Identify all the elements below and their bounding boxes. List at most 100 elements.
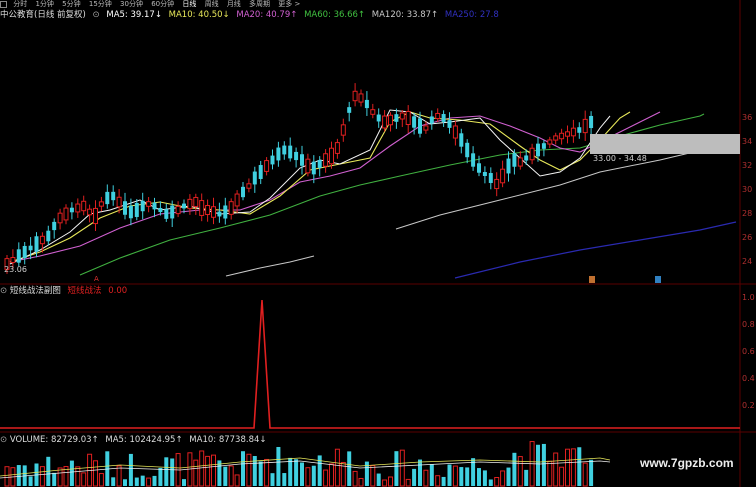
volume-bar (347, 451, 352, 486)
indicator-settings-icon[interactable]: ⊙ (0, 286, 7, 296)
candle-body (529, 147, 535, 161)
volume-bar (482, 470, 487, 486)
candle-body (347, 107, 352, 113)
candle-body (116, 196, 122, 208)
volume-bar (441, 476, 446, 486)
kline-chart[interactable]: 36 34 32 30 28 26 24 1.0 0.8 0.6 0.4 0.2… (0, 0, 756, 487)
volume-bar (182, 479, 186, 486)
candle-body (111, 191, 116, 201)
volume-bar (429, 464, 434, 486)
candle-body (577, 127, 582, 133)
price-tick: 26 (742, 233, 752, 242)
volume-bar (541, 443, 546, 486)
volume-bar (553, 452, 559, 487)
indicator-value: 0.00 (108, 286, 128, 296)
volume-bar (423, 469, 429, 487)
price-tick: 34 (742, 137, 752, 146)
candle-body (506, 158, 511, 174)
candle-body (246, 183, 252, 189)
indicator-tick: 0.6 (742, 347, 755, 356)
volume-bar (199, 450, 205, 487)
candle-body (405, 110, 411, 126)
candle-body (441, 114, 446, 122)
candle-body (241, 186, 245, 198)
resistance-zone[interactable] (590, 134, 740, 154)
volume-bar (146, 477, 152, 487)
volume-bar (282, 473, 287, 486)
volume-bar (405, 478, 411, 487)
volume-bar (477, 468, 481, 486)
resistance-range-label: 33.00 - 34.48 (593, 154, 647, 163)
candle-body (69, 207, 74, 213)
candle-body (412, 116, 417, 128)
candle-body (199, 200, 205, 216)
candle-body (105, 191, 110, 205)
candle-body (170, 205, 175, 219)
candle-body (565, 131, 570, 137)
volume-bar (311, 465, 316, 486)
volume-bar (228, 465, 234, 487)
candle-body (589, 115, 594, 129)
volume-bar (500, 470, 506, 487)
candle-body (399, 112, 405, 120)
volume-bar (75, 466, 81, 487)
candle-body (482, 171, 487, 177)
volume-bar (565, 448, 570, 487)
volume-bar (412, 468, 417, 486)
candle-body (282, 145, 287, 155)
price-axis: 36 34 32 30 28 26 24 (742, 113, 752, 266)
candle-body (370, 109, 376, 115)
low-price-label: 23.06 (4, 265, 27, 274)
candle-body (423, 125, 429, 131)
candle-body (217, 211, 222, 217)
price-tick: 36 (742, 113, 752, 122)
watermark-text: www.7gpzb.com (640, 456, 734, 470)
candle-body (553, 135, 559, 141)
volume-bar (459, 467, 464, 486)
signal-flag-a: A (94, 275, 99, 283)
candle-body (300, 154, 304, 166)
volume-bar (93, 460, 98, 487)
candle-body (559, 132, 565, 140)
candle-body (329, 147, 334, 165)
candle-body (394, 114, 399, 122)
volume-bar (465, 467, 470, 486)
candle-body (517, 157, 523, 167)
candle-body (258, 165, 263, 179)
indicator-signal-line (0, 299, 740, 429)
indicator-series-name: 短线战法 (67, 286, 102, 296)
volume-bar (98, 473, 104, 487)
candle-body (46, 230, 51, 242)
candle-body (134, 203, 139, 217)
candle-body (57, 212, 63, 224)
volume-bar (589, 459, 594, 486)
candle-body (488, 173, 493, 183)
volume-bar (211, 454, 216, 487)
volume-bar (164, 457, 169, 486)
candle-body (294, 151, 299, 161)
candle-body (187, 198, 193, 210)
volume-bar (447, 464, 452, 486)
volume-bar (300, 462, 304, 486)
volume-bar (234, 474, 240, 487)
candle-body (193, 196, 199, 208)
volume-bar (4, 466, 10, 487)
volume-bar (399, 449, 405, 487)
volume-bar (334, 448, 340, 487)
volume-legend: ⊙ VOLUME: 82729.03↑ MA5: 102424.95↑ MA10… (0, 435, 267, 446)
candle-body (471, 153, 476, 167)
volume-bar (16, 465, 21, 486)
candle-body (477, 163, 481, 173)
candle-body (524, 155, 529, 161)
volume-settings-icon[interactable]: ⊙ (0, 435, 7, 445)
volume-bar (376, 473, 381, 486)
volume-ma5: MA5: 102424.95↑ (105, 435, 183, 445)
volume-bar (158, 467, 163, 486)
volume-bar (140, 475, 145, 486)
volume-ma10: MA10: 87738.84↓ (189, 435, 267, 445)
indicator-tick: 0.8 (742, 320, 755, 329)
signal-flag-c (655, 276, 661, 283)
candle-body (123, 201, 127, 215)
volume-bar (294, 459, 299, 486)
candle-body (352, 90, 358, 102)
